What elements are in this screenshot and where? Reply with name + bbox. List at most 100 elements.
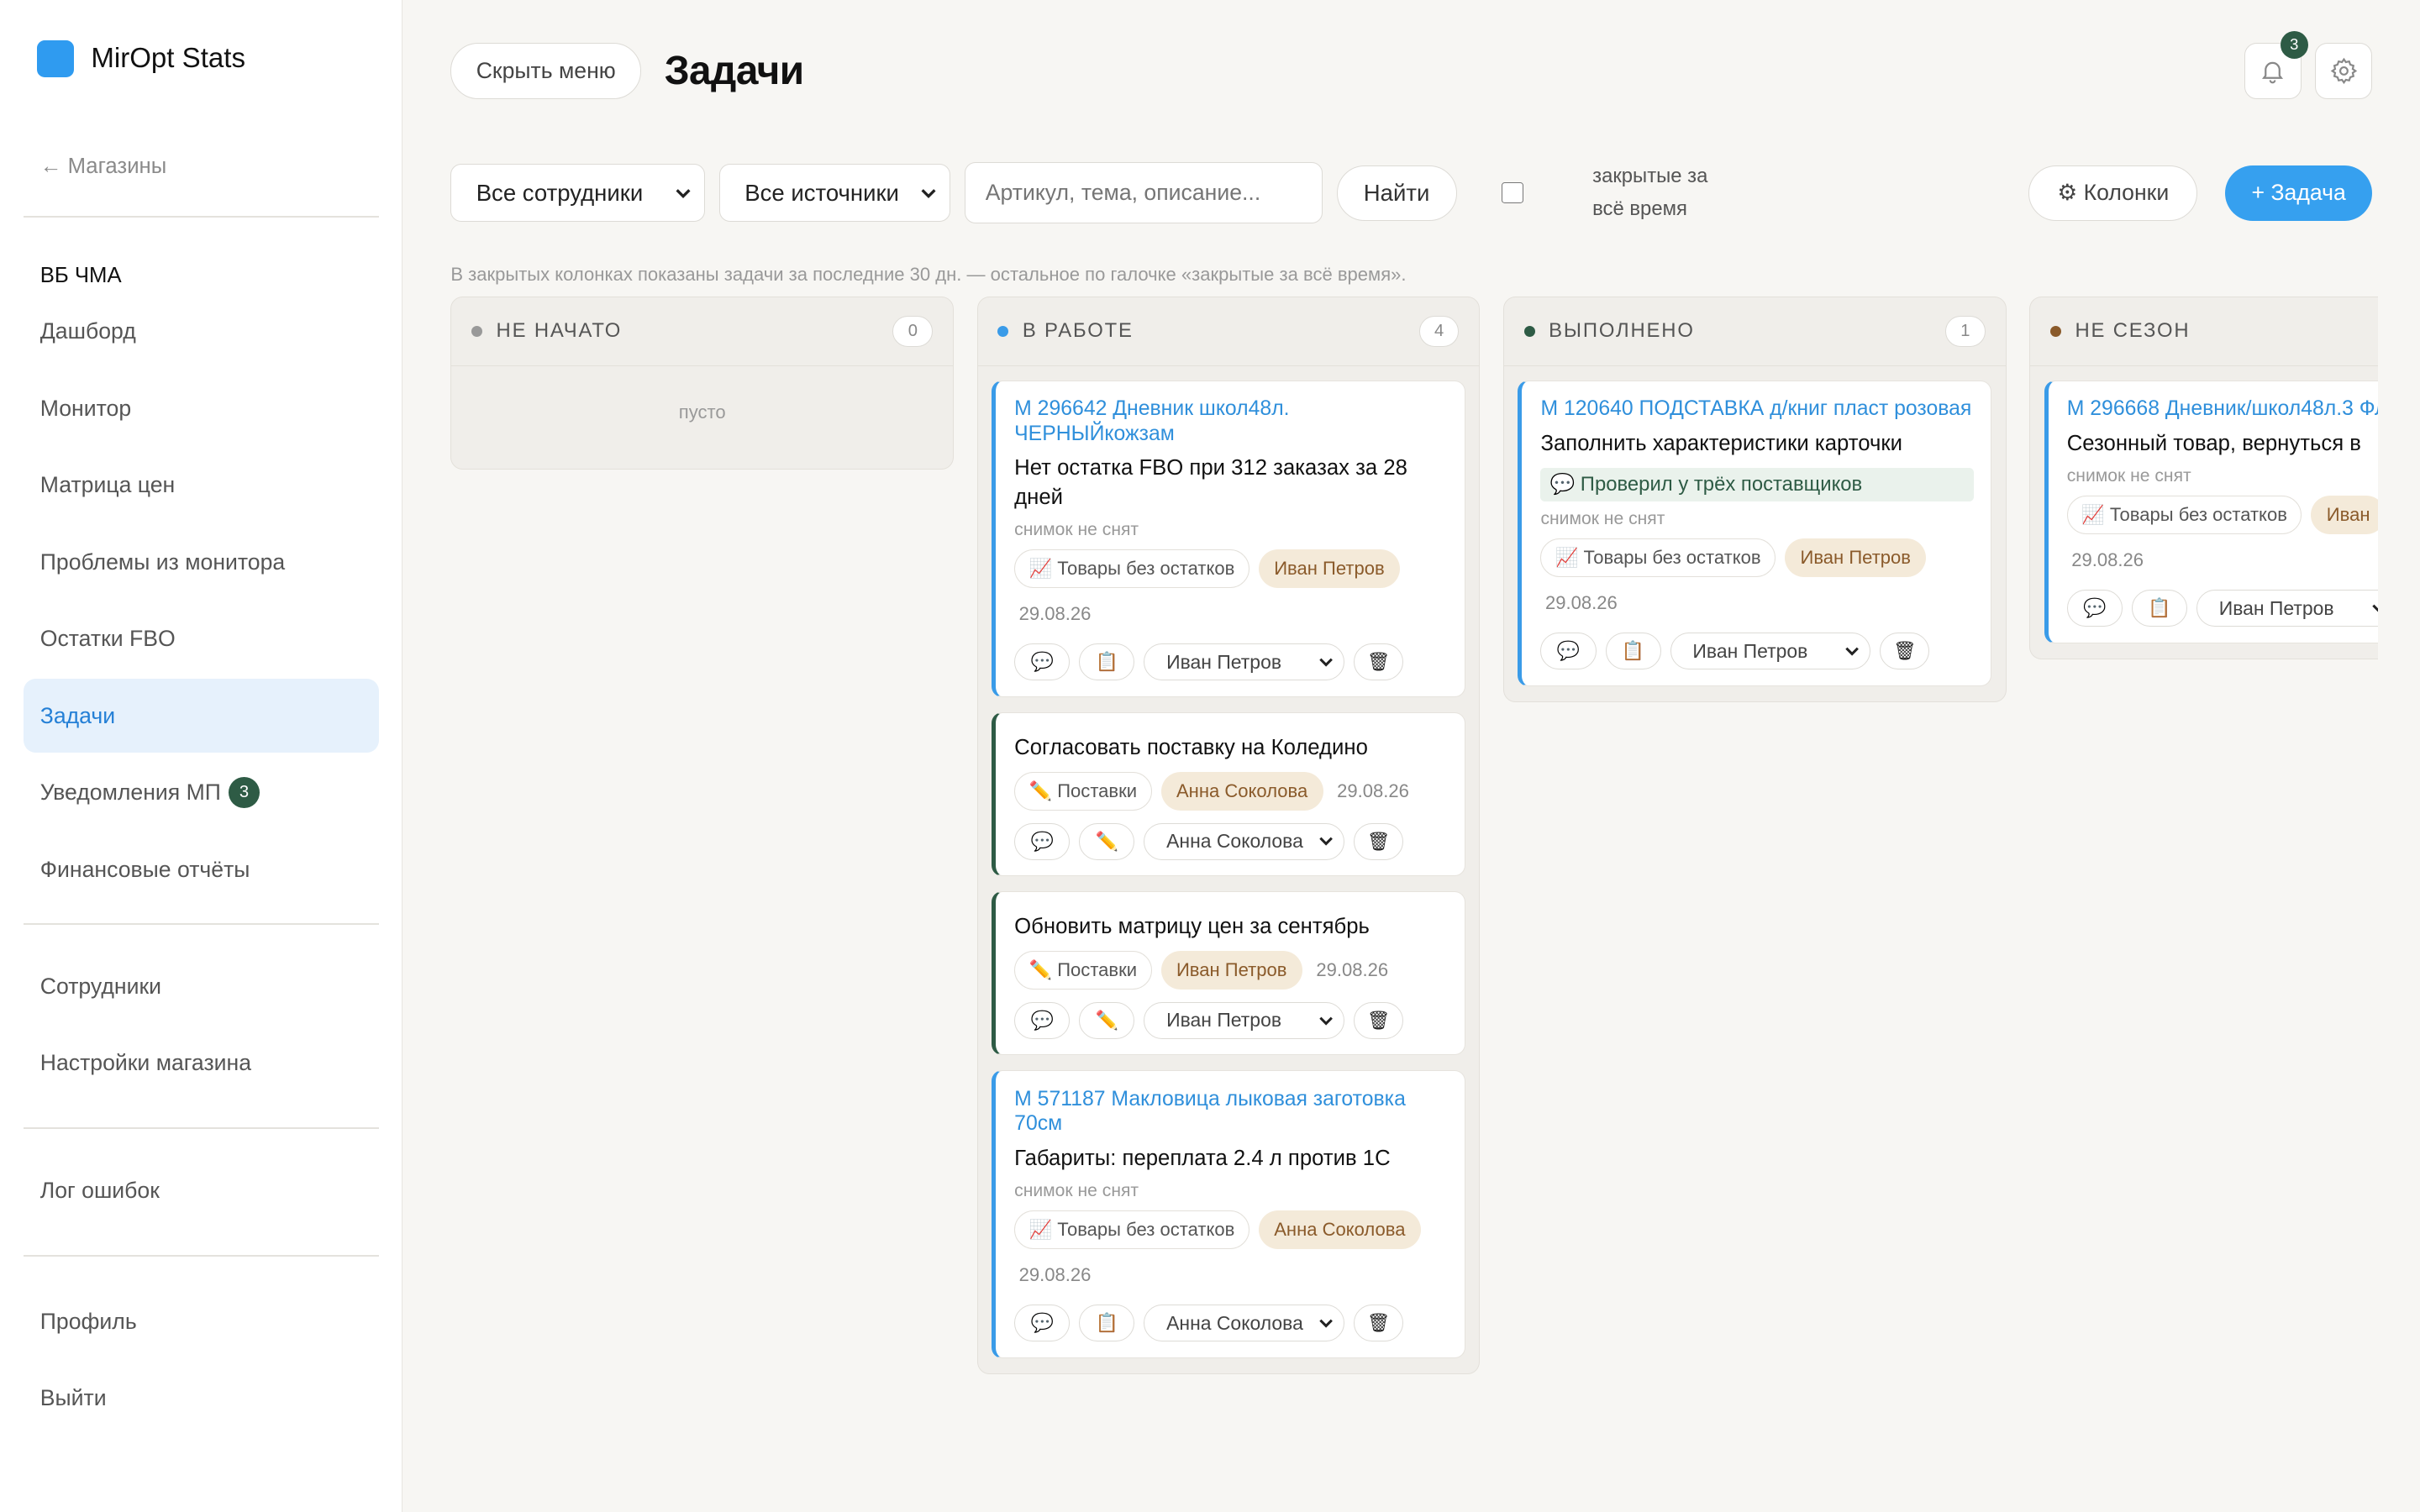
comment-button[interactable]: 💬: [2066, 590, 2123, 627]
column-title: НЕ СЕЗОН: [2075, 319, 2191, 343]
delete-button[interactable]: 🗑: [1354, 1305, 1403, 1342]
task-title: Габариты: переплата 2.4 л против 1С: [1014, 1146, 1391, 1170]
product-link[interactable]: М 120640 ПОДСТАВКА д/книг пласт розовая: [1540, 396, 1973, 421]
topbar: Скрыть меню Задачи 3: [450, 0, 2372, 142]
sidebar-item-label: Матрица цен: [39, 472, 176, 498]
task-date: 29.08.26: [1544, 592, 1618, 614]
product-link[interactable]: М 296642 Дневник школ48л. ЧЕРНЫЙкожзам: [1014, 396, 1447, 446]
pencil-icon: ✏️: [1095, 1009, 1119, 1031]
back-to-shops-link[interactable]: ← Магазины: [24, 118, 379, 217]
task-date: 29.08.26: [2071, 549, 2144, 571]
trash-icon: 🗑: [1366, 651, 1391, 673]
assignee-value: Анна Соколова: [1166, 1311, 1303, 1334]
sidebar-item-dashboard[interactable]: Дашборд: [24, 295, 379, 369]
search-input[interactable]: [964, 161, 1323, 224]
notifications-button[interactable]: 3: [2244, 30, 2308, 100]
person-tag: Анна Соколова: [1258, 1210, 1421, 1249]
speech-bubble-icon: 💬: [1556, 640, 1581, 662]
product-link[interactable]: М 571187 Макловица лыковая заготовка 70с…: [1014, 1087, 1447, 1137]
sidebar-item-monitor[interactable]: Монитор: [24, 371, 379, 445]
sidebar-item-tasks[interactable]: Задачи: [23, 679, 379, 753]
task-card[interactable]: М 571187 Макловица лыковая заготовка 70с…: [992, 1070, 1465, 1358]
assignee-select[interactable]: Иван Петров: [1144, 643, 1345, 681]
filters-bar: Все сотрудники Все источники Найти закры…: [450, 142, 2372, 244]
column-done: ВЫПОЛНЕНО 1 М 120640 ПОДСТАВКА д/книг пл…: [1502, 296, 2007, 702]
sidebar-item-monitor-problems[interactable]: Проблемы из монитора: [24, 525, 379, 599]
columns-button[interactable]: ⚙ Колонки: [2028, 165, 2198, 221]
chevron-down-icon: [676, 188, 691, 198]
trash-icon: 🗑: [1892, 640, 1917, 662]
settings-button[interactable]: [2315, 42, 2372, 100]
sidebar-item-logout[interactable]: Выйти: [24, 1362, 379, 1436]
speech-bubble-icon: 💬: [1030, 1312, 1054, 1334]
snapshot-button[interactable]: 📋: [1079, 1305, 1135, 1342]
find-button[interactable]: Найти: [1336, 165, 1457, 221]
source-tag: ✏️ Поставки: [1014, 771, 1152, 811]
comment-button[interactable]: 💬: [1014, 822, 1071, 860]
speech-bubble-icon: 💬: [1030, 830, 1054, 852]
snapshot-button[interactable]: 📋: [1605, 633, 1661, 670]
employees-select[interactable]: Все сотрудники: [450, 163, 706, 223]
edit-button[interactable]: ✏️: [1079, 822, 1135, 860]
hide-menu-button[interactable]: Скрыть меню: [450, 43, 642, 99]
sidebar-item-label: Настройки магазина: [39, 1050, 252, 1076]
task-card[interactable]: М 296668 Дневник/школ48л.3 ФЛОРА Сезонны…: [2044, 380, 2379, 643]
brand[interactable]: MirOpt Stats: [24, 0, 379, 118]
closed-all-time-checkbox[interactable]: [1501, 181, 1523, 204]
sidebar-item-price-matrix[interactable]: Матрица цен: [24, 449, 379, 522]
main-content: Скрыть меню Задачи 3 Все сотрудники Все …: [402, 0, 2420, 1512]
sidebar-item-profile[interactable]: Профиль: [24, 1284, 379, 1358]
comment-button[interactable]: 💬: [1014, 1001, 1071, 1039]
bell-icon: [2262, 61, 2284, 84]
pencil-icon: ✏️: [1095, 830, 1119, 852]
delete-button[interactable]: 🗑: [1880, 633, 1930, 670]
task-card[interactable]: М 120640 ПОДСТАВКА д/книг пласт розовая …: [1518, 380, 1992, 686]
task-title: Согласовать поставку на Коледино: [1014, 736, 1368, 759]
shop-name: ВБ ЧМА: [39, 264, 122, 288]
add-task-button[interactable]: + Задача: [2225, 165, 2372, 221]
comment-button[interactable]: 💬: [1014, 643, 1071, 681]
sidebar-item-label: Дашборд: [39, 318, 136, 344]
column-title: В РАБОТЕ: [1022, 319, 1134, 343]
person-tag: Иван Петров: [1160, 951, 1302, 990]
delete-button[interactable]: 🗑: [1354, 1001, 1403, 1039]
clipboard-icon: 📋: [1095, 651, 1119, 673]
empty-column-text: пусто: [678, 402, 726, 423]
comment-button[interactable]: 💬: [1540, 633, 1597, 670]
task-title: Обновить матрицу цен за сентябрь: [1014, 915, 1370, 939]
assignee-select[interactable]: Анна Соколова: [1144, 1305, 1345, 1342]
sidebar-item-mp-notifications[interactable]: Уведомления МП 3: [24, 755, 379, 829]
chevron-down-icon: [2371, 604, 2379, 613]
sidebar-item-fbo-stock[interactable]: Остатки FBO: [24, 602, 379, 676]
sources-select[interactable]: Все источники: [718, 163, 951, 223]
snapshot-button[interactable]: 📋: [1079, 643, 1135, 681]
assignee-value: Иван Петров: [1166, 1009, 1282, 1032]
snapshot-button[interactable]: 📋: [2131, 590, 2187, 627]
sidebar-item-label: Монитор: [39, 395, 132, 421]
page-title: Задачи: [664, 48, 804, 93]
assignee-select[interactable]: Иван Петров: [1670, 633, 1871, 670]
sidebar-item-shop-settings[interactable]: Настройки магазина: [24, 1026, 379, 1100]
sidebar-item-label: Профиль: [39, 1308, 137, 1334]
sidebar-item-error-log[interactable]: Лог ошибок: [24, 1154, 379, 1228]
snapshot-status: снимок не снят: [1540, 508, 1665, 528]
sidebar-item-label: Задачи: [39, 702, 116, 728]
task-card[interactable]: М 296642 Дневник школ48л. ЧЕРНЫЙкожзам Н…: [992, 380, 1465, 697]
delete-button[interactable]: 🗑: [1354, 822, 1403, 860]
assignee-select[interactable]: Анна Соколова: [1144, 822, 1345, 860]
delete-button[interactable]: 🗑: [1354, 643, 1403, 681]
person-tag: Иван Петров: [1258, 549, 1401, 588]
product-link[interactable]: М 296668 Дневник/школ48л.3 ФЛОРА: [2067, 396, 2379, 421]
chevron-down-icon: [1319, 658, 1333, 667]
edit-button[interactable]: ✏️: [1079, 1001, 1135, 1039]
task-date: 29.08.26: [1018, 1264, 1092, 1286]
sidebar-item-employees[interactable]: Сотрудники: [24, 949, 379, 1023]
sidebar-item-financial-reports[interactable]: Финансовые отчёты: [24, 832, 379, 906]
assignee-select[interactable]: Иван Петров: [2196, 590, 2379, 627]
sidebar-item-label: Сотрудники: [39, 973, 161, 999]
assignee-select[interactable]: Иван Петров: [1144, 1001, 1345, 1039]
comment-button[interactable]: 💬: [1014, 1305, 1071, 1342]
task-card[interactable]: Согласовать поставку на Коледино ✏️ Пост…: [992, 712, 1465, 876]
speech-bubble-icon: 💬: [1030, 651, 1054, 673]
task-card[interactable]: Обновить матрицу цен за сентябрь ✏️ Пост…: [992, 891, 1465, 1056]
